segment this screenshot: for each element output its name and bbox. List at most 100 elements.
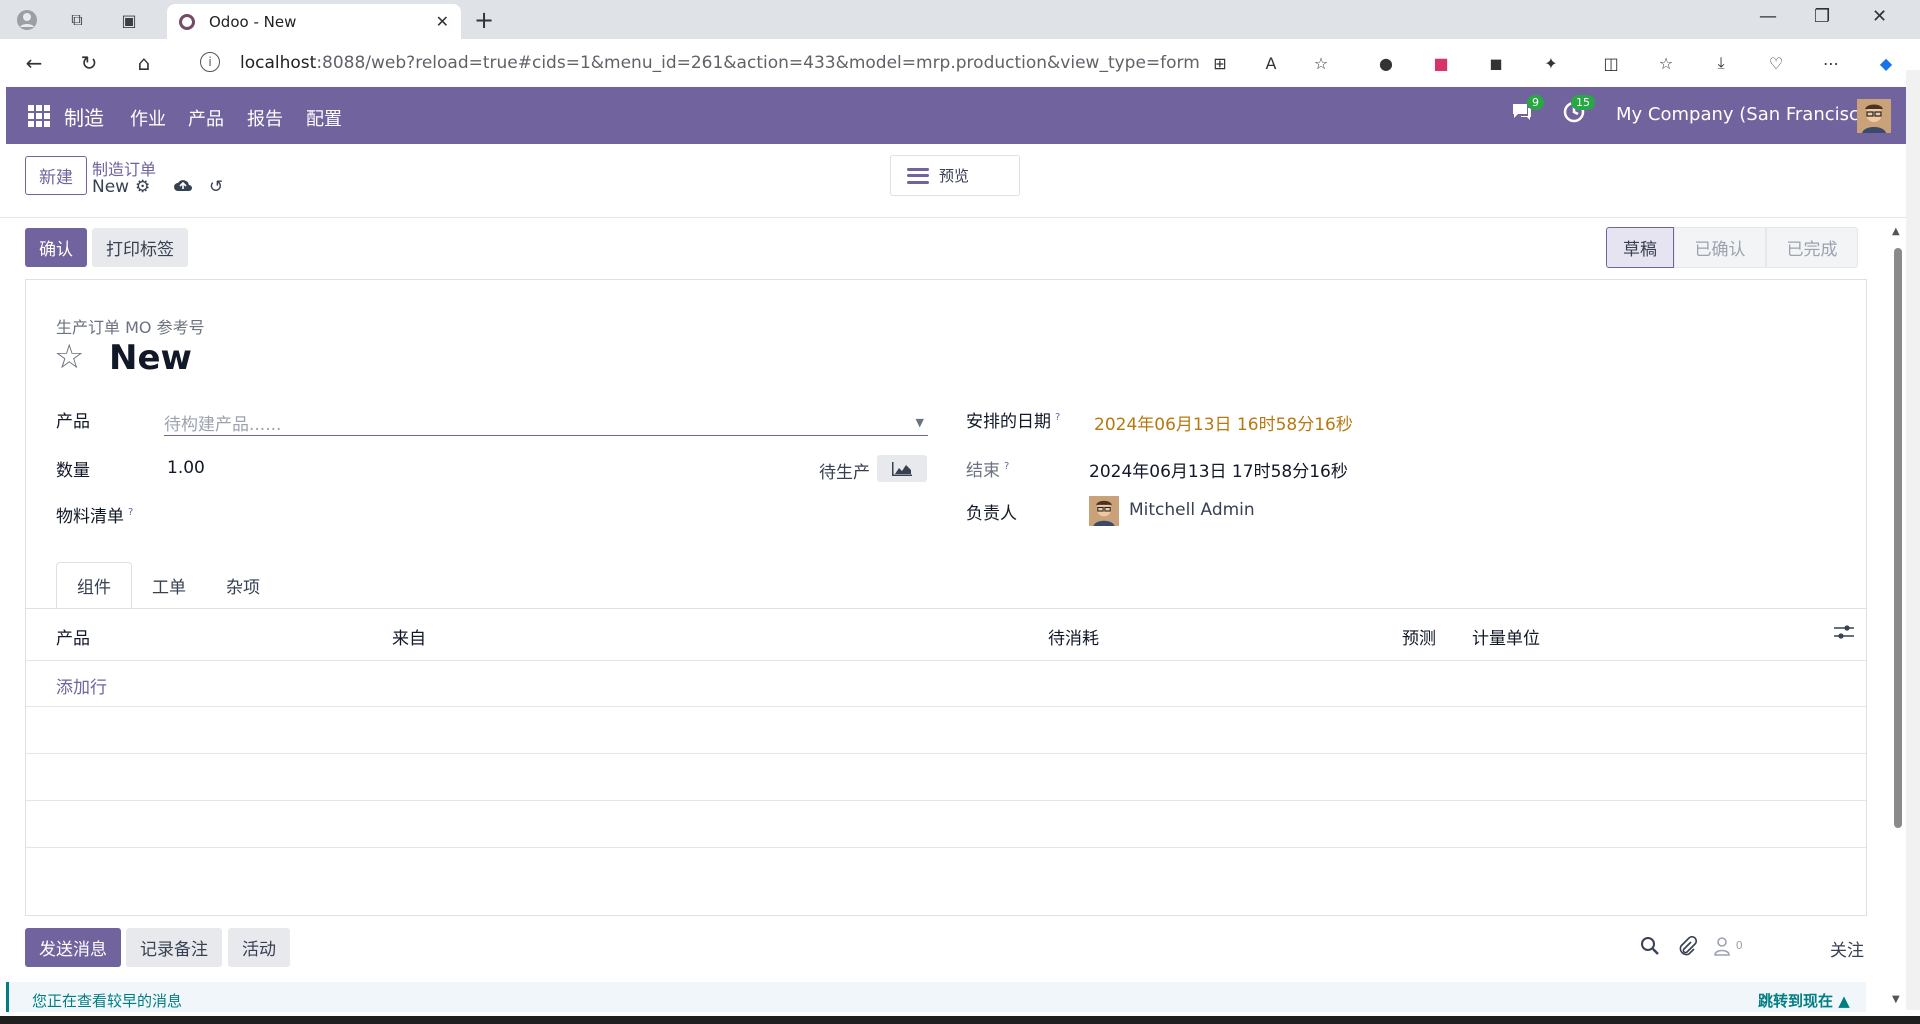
scheduled-date-label: 安排的日期?: [966, 407, 1060, 432]
activity-button[interactable]: 活动: [228, 928, 290, 967]
gear-icon[interactable]: ⚙: [135, 177, 150, 197]
home-icon[interactable]: ⌂: [130, 49, 158, 77]
user-avatar[interactable]: [1857, 99, 1891, 133]
restore-icon[interactable]: ❐: [1814, 6, 1830, 27]
split-screen-icon[interactable]: ◫: [1599, 51, 1623, 75]
scheduled-date-value[interactable]: 2024年06月13日 16时58分16秒: [1094, 410, 1353, 435]
column-header-product[interactable]: 产品: [56, 624, 90, 649]
scroll-down-icon[interactable]: ▼: [1892, 994, 1900, 1005]
content-scrollbar-thumb[interactable]: [1894, 248, 1902, 828]
window-scrollbar[interactable]: [1906, 70, 1920, 1010]
profile-icon[interactable]: [14, 8, 40, 32]
table-header-divider: [26, 660, 1866, 661]
activities-clock-icon[interactable]: 15: [1563, 95, 1595, 128]
tab-work-orders[interactable]: 工单: [132, 562, 206, 609]
followers-user-icon[interactable]: 0: [1714, 936, 1743, 961]
breadcrumb-current: New: [92, 177, 130, 197]
table-row: [26, 753, 1866, 754]
stage-confirmed[interactable]: 已确认: [1674, 227, 1766, 268]
messages-icon[interactable]: 9: [1510, 95, 1544, 128]
favorite-star-icon[interactable]: ☆: [1309, 51, 1333, 75]
messages-count-badge: 9: [1527, 95, 1544, 110]
back-icon[interactable]: ←: [20, 49, 48, 77]
browser-tab-bar: ⧉ ▣ Odoo - New ✕ + — ❐ ✕: [0, 0, 1920, 39]
address-bar: ← ↻ ⌂ i localhost:8088/web?reload=true#c…: [0, 39, 1920, 87]
browser-tab[interactable]: Odoo - New ✕: [167, 4, 461, 39]
url-host: localhost: [240, 53, 317, 73]
reload-icon[interactable]: ↻: [75, 49, 103, 77]
search-icon[interactable]: [1640, 936, 1660, 961]
record-title: New: [109, 338, 192, 378]
minimize-icon[interactable]: —: [1759, 6, 1777, 27]
caret-down-icon[interactable]: ▼: [916, 416, 924, 429]
tab-components[interactable]: 组件: [56, 562, 132, 609]
menu-operations[interactable]: 作业: [130, 105, 166, 131]
send-message-button[interactable]: 发送消息: [25, 928, 121, 967]
menu-configuration[interactable]: 配置: [306, 105, 342, 131]
priority-star-icon[interactable]: ☆: [54, 340, 84, 374]
table-row: [26, 800, 1866, 801]
downloads-icon[interactable]: ⤓: [1709, 51, 1733, 75]
column-settings-icon[interactable]: [1834, 624, 1854, 645]
quantity-input[interactable]: 1.00: [167, 458, 205, 478]
read-aloud-icon[interactable]: A: [1259, 51, 1283, 75]
end-label-text: 结束: [966, 461, 1000, 481]
end-date-value[interactable]: 2024年06月13日 17时58分16秒: [1089, 457, 1348, 482]
favorites-icon[interactable]: ☆: [1654, 51, 1678, 75]
confirm-button[interactable]: 确认: [25, 228, 87, 267]
product-input[interactable]: 待构建产品...... ▼: [164, 406, 928, 436]
new-tab-icon[interactable]: +: [474, 6, 494, 34]
menu-reporting[interactable]: 报告: [247, 105, 283, 131]
column-header-forecast[interactable]: 预测: [1402, 624, 1436, 649]
app-brand[interactable]: 制造: [64, 102, 104, 131]
column-header-to-consume[interactable]: 待消耗: [1048, 624, 1099, 649]
jump-to-present-link[interactable]: 跳转到现在 ▲: [1758, 990, 1850, 1011]
scheduled-help[interactable]: ?: [1055, 412, 1060, 423]
extensions-puzzle-icon[interactable]: ✦: [1539, 51, 1563, 75]
paperclip-icon[interactable]: [1677, 935, 1698, 961]
close-tab-icon[interactable]: ✕: [436, 12, 449, 31]
stage-done[interactable]: 已完成: [1766, 227, 1858, 268]
odoo-favicon-icon: [179, 13, 195, 30]
copilot-icon[interactable]: ◆: [1874, 51, 1898, 75]
product-placeholder: 待构建产品......: [164, 415, 282, 435]
print-labels-button[interactable]: 打印标签: [92, 228, 188, 267]
add-line-link[interactable]: 添加行: [56, 673, 107, 698]
control-panel-divider: [0, 217, 1906, 218]
table-row: [26, 847, 1866, 848]
log-note-button[interactable]: 记录备注: [126, 928, 222, 967]
new-button[interactable]: 新建: [25, 156, 87, 195]
followers-count: 0: [1735, 939, 1743, 952]
close-window-icon[interactable]: ✕: [1872, 6, 1887, 27]
extension-game-icon[interactable]: ◼: [1484, 51, 1508, 75]
jump-to-present-label: 跳转到现在: [1758, 992, 1834, 1010]
apps-menu-icon[interactable]: [28, 105, 50, 127]
hamburger-icon: [907, 167, 929, 184]
performance-heart-icon[interactable]: ♡: [1764, 51, 1788, 75]
follow-button[interactable]: 关注: [1830, 936, 1864, 961]
url-field[interactable]: localhost:8088/web?reload=true#cids=1&me…: [240, 53, 1200, 73]
stage-draft[interactable]: 草稿: [1606, 227, 1674, 268]
odoo-navbar: 制造 作业 产品 报告 配置 9 15 My Company (San Fran…: [6, 87, 1906, 144]
discard-icon[interactable]: ↺: [209, 177, 223, 197]
column-header-from[interactable]: 来自: [392, 624, 426, 649]
extension-translate-icon[interactable]: ■: [1429, 51, 1453, 75]
preview-button[interactable]: 预览: [890, 155, 1020, 196]
end-date-label: 结束?: [966, 456, 1009, 481]
tab-actions-icon[interactable]: ▣: [116, 8, 142, 32]
extension-cursor-icon[interactable]: ●: [1374, 51, 1398, 75]
end-help[interactable]: ?: [1004, 461, 1009, 472]
scroll-up-icon[interactable]: ▲: [1892, 226, 1900, 237]
more-menu-icon[interactable]: ⋯: [1819, 51, 1843, 75]
tab-miscellaneous[interactable]: 杂项: [206, 562, 280, 609]
collections-icon[interactable]: ⧉: [64, 8, 90, 32]
company-switcher[interactable]: My Company (San Francisco): [1616, 104, 1877, 125]
forecast-chart-button[interactable]: [877, 455, 927, 482]
save-cloud-icon[interactable]: [173, 177, 193, 198]
responsible-value[interactable]: Mitchell Admin: [1129, 500, 1255, 520]
app-available-icon[interactable]: ⊞: [1208, 51, 1232, 75]
column-header-uom[interactable]: 计量单位: [1472, 624, 1540, 649]
bom-help[interactable]: ?: [128, 507, 133, 518]
site-info-icon[interactable]: i: [200, 52, 220, 72]
menu-products[interactable]: 产品: [188, 105, 224, 131]
